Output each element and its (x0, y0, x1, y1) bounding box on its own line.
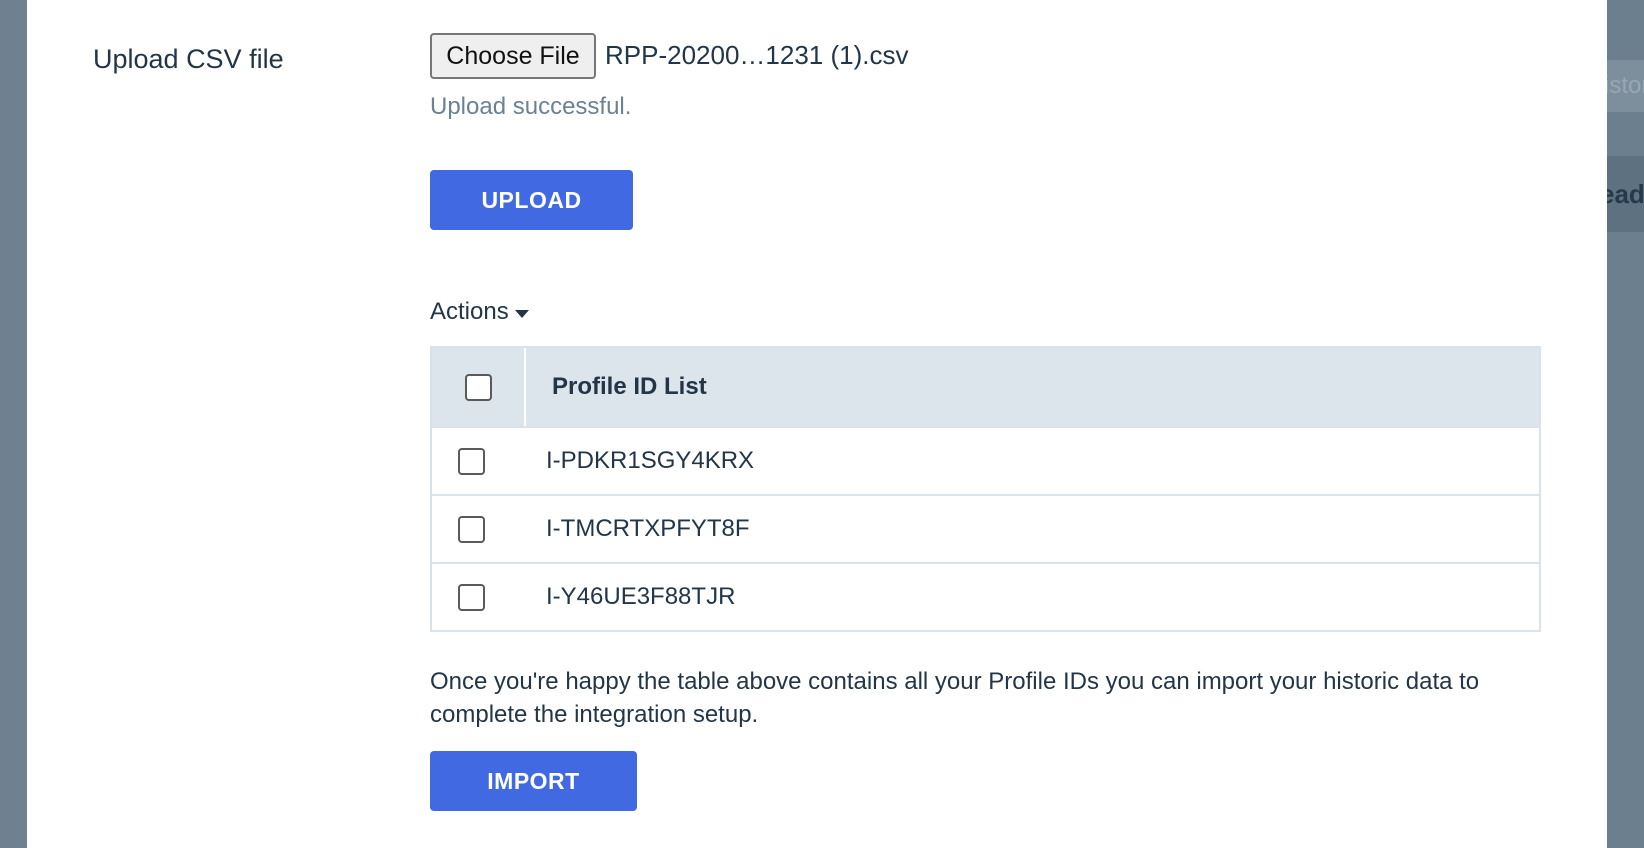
table-row: I-PDKR1SGY4KRX (432, 426, 1539, 494)
profile-id-cell: I-Y46UE3F88TJR (546, 583, 736, 610)
import-help-text: Once you're happy the table above contai… (430, 668, 1480, 728)
row-checkbox[interactable] (457, 583, 485, 611)
caret-down-icon (514, 310, 529, 318)
import-data-button[interactable]: IMPORT DATA (430, 751, 637, 848)
row-checkbox-cell (432, 447, 526, 475)
table-row: I-TMCRTXPFYT8F (432, 494, 1539, 562)
table-header-row: Profile ID List (432, 348, 1539, 426)
profile-id-table: Profile ID List I-PDKR1SGY4KRX I-TMCRTXP… (430, 346, 1541, 632)
actions-dropdown[interactable]: Actions (430, 298, 529, 326)
actions-label: Actions (430, 298, 509, 325)
row-checkbox-cell (432, 583, 526, 611)
row-checkbox-cell (432, 515, 526, 543)
table-row: I-Y46UE3F88TJR (432, 562, 1539, 630)
upload-status-message: Upload successful. (430, 93, 632, 120)
row-checkbox[interactable] (457, 515, 485, 543)
upload-list-button[interactable]: UPLOAD LIST (430, 170, 633, 273)
selected-file-name: RPP-20200…1231 (1).csv (605, 40, 909, 70)
select-all-cell (432, 348, 526, 426)
profile-id-cell: I-TMCRTXPFYT8F (546, 515, 750, 542)
upload-modal: Upload CSV file Choose File RPP-20200…12… (27, 0, 1607, 848)
profile-id-cell: I-PDKR1SGY4KRX (546, 447, 755, 474)
row-checkbox[interactable] (457, 447, 485, 475)
choose-file-button[interactable]: Choose File (430, 33, 596, 79)
upload-csv-label: Upload CSV file (93, 44, 284, 74)
select-all-checkbox[interactable] (464, 373, 492, 401)
column-header-profile-id[interactable]: Profile ID List (526, 373, 707, 401)
